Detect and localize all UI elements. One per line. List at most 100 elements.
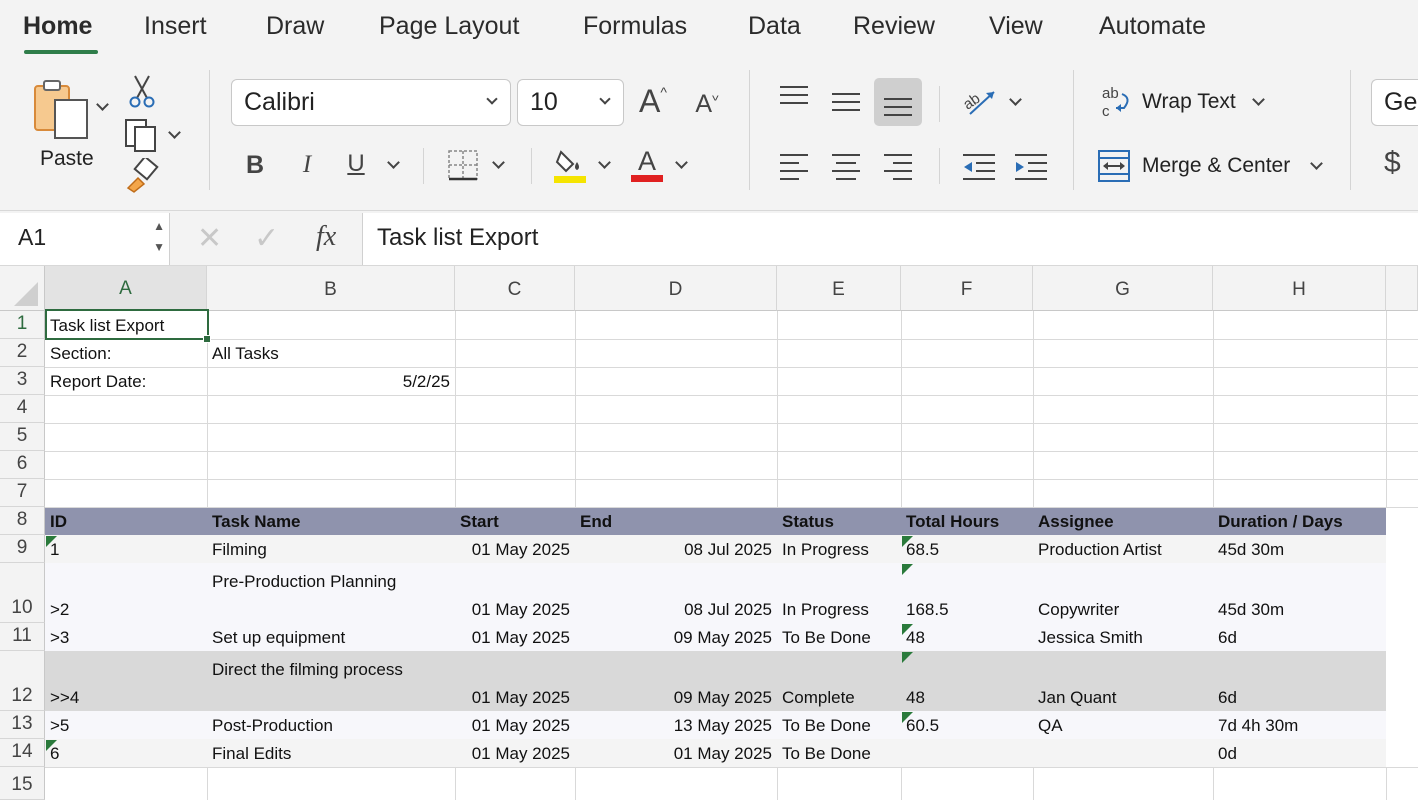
task-id-cell[interactable]: >2 <box>50 600 69 620</box>
column-header-d[interactable]: D <box>575 266 777 311</box>
task-end-cell[interactable]: 01 May 2025 <box>572 744 772 764</box>
task-start-cell[interactable]: 01 May 2025 <box>370 716 570 736</box>
italic-button[interactable]: I <box>292 148 322 182</box>
tab-formulas[interactable]: Formulas <box>583 12 687 41</box>
tab-view[interactable]: View <box>989 12 1043 41</box>
underline-options-chevron-down-icon[interactable] <box>387 156 400 169</box>
row-header-9[interactable]: 9 <box>0 535 45 563</box>
tab-page-layout[interactable]: Page Layout <box>379 12 519 41</box>
row-header-5[interactable]: 5 <box>0 423 45 451</box>
task-assignee-cell[interactable]: Jan Quant <box>1038 688 1116 708</box>
task-start-cell[interactable]: 01 May 2025 <box>370 744 570 764</box>
column-header-h[interactable]: H <box>1213 266 1386 311</box>
row-header-6[interactable]: 6 <box>0 451 45 479</box>
column-header-g[interactable]: G <box>1033 266 1213 311</box>
align-middle-icon[interactable] <box>830 88 862 116</box>
increase-indent-icon[interactable] <box>1014 152 1048 180</box>
align-right-icon[interactable] <box>882 152 914 180</box>
task-id-cell[interactable]: >3 <box>50 628 69 648</box>
task-start-cell[interactable]: 01 May 2025 <box>370 688 570 708</box>
table-header-cell[interactable]: Start <box>460 512 499 532</box>
task-status-cell[interactable]: In Progress <box>782 540 869 560</box>
task-name-cell[interactable]: Final Edits <box>212 744 291 764</box>
row-header-12[interactable]: 12 <box>0 651 45 711</box>
wrap-text-icon[interactable]: ab c <box>1100 84 1134 120</box>
underline-button[interactable]: U <box>340 146 372 182</box>
task-duration-cell[interactable]: 6d <box>1218 688 1237 708</box>
column-header-b[interactable]: B <box>207 266 455 311</box>
decrease-indent-icon[interactable] <box>962 152 996 180</box>
orientation-chevron-down-icon[interactable] <box>1009 93 1022 106</box>
task-end-cell[interactable]: 09 May 2025 <box>572 688 772 708</box>
row-header-14[interactable]: 14 <box>0 739 45 767</box>
task-id-cell[interactable]: >5 <box>50 716 69 736</box>
worksheet-grid[interactable]: A B C D E F G H 1 2 3 4 5 6 7 8 9 10 11 12 13 14 15 Task list E… <box>0 266 1418 800</box>
column-header-f[interactable]: F <box>901 266 1033 311</box>
tab-data[interactable]: Data <box>748 12 801 41</box>
fill-color-bucket-icon[interactable] <box>553 146 587 184</box>
task-end-cell[interactable]: 09 May 2025 <box>572 628 772 648</box>
task-assignee-cell[interactable]: Copywriter <box>1038 600 1119 620</box>
task-status-cell[interactable]: Complete <box>782 688 855 708</box>
task-start-cell[interactable]: 01 May 2025 <box>370 540 570 560</box>
row-header-8[interactable]: 8 <box>0 507 45 535</box>
cell-b2-section-value[interactable]: All Tasks <box>212 344 279 364</box>
fill-handle[interactable] <box>203 335 211 343</box>
up-arrow-icon[interactable]: ▲ <box>153 219 165 233</box>
task-end-cell[interactable]: 08 Jul 2025 <box>572 540 772 560</box>
row-header-10[interactable]: 10 <box>0 563 45 623</box>
number-format-dropdown[interactable]: Ger <box>1371 79 1418 126</box>
align-top-icon[interactable] <box>778 82 810 110</box>
task-assignee-cell[interactable]: QA <box>1038 716 1063 736</box>
font-color-icon[interactable]: A <box>630 144 664 184</box>
borders-icon[interactable] <box>446 148 480 182</box>
currency-format-button[interactable]: $ <box>1384 146 1401 180</box>
cell-a2-section-label[interactable]: Section: <box>50 344 111 364</box>
decrease-font-size-icon[interactable]: A ^ <box>690 86 724 122</box>
borders-options-chevron-down-icon[interactable] <box>492 156 505 169</box>
tab-draw[interactable]: Draw <box>266 12 324 41</box>
column-header-c[interactable]: C <box>455 266 575 311</box>
row-header-15[interactable]: 15 <box>0 767 45 800</box>
tab-review[interactable]: Review <box>853 12 935 41</box>
row-header-13[interactable]: 13 <box>0 711 45 739</box>
font-family-dropdown[interactable]: Calibri <box>231 79 511 126</box>
confirm-check-icon[interactable]: ✓ <box>254 221 279 256</box>
row-header-3[interactable]: 3 <box>0 367 45 395</box>
row-header-1[interactable]: 1 <box>0 311 45 339</box>
copy-icon[interactable] <box>124 118 160 152</box>
wrap-text-button[interactable]: Wrap Text <box>1142 90 1236 114</box>
format-painter-icon[interactable] <box>124 158 160 194</box>
select-all-corner[interactable] <box>0 266 45 311</box>
row-header-4[interactable]: 4 <box>0 395 45 423</box>
align-left-icon[interactable] <box>778 152 810 180</box>
increase-font-size-icon[interactable]: A ^ <box>633 80 673 122</box>
task-name-cell[interactable]: Pre-Production Planning <box>212 572 396 592</box>
align-bottom-icon[interactable] <box>874 78 922 126</box>
task-name-cell[interactable]: Set up equipment <box>212 628 345 648</box>
tab-automate[interactable]: Automate <box>1099 12 1206 41</box>
paste-options-chevron-down-icon[interactable] <box>96 98 109 111</box>
task-end-cell[interactable]: 13 May 2025 <box>572 716 772 736</box>
table-header-cell[interactable]: End <box>580 512 612 532</box>
column-header-e[interactable]: E <box>777 266 901 311</box>
table-header-cell[interactable]: ID <box>50 512 67 532</box>
table-header-cell[interactable]: Status <box>782 512 834 532</box>
tab-insert[interactable]: Insert <box>144 12 207 41</box>
task-start-cell[interactable]: 01 May 2025 <box>370 628 570 648</box>
task-duration-cell[interactable]: 45d 30m <box>1218 540 1284 560</box>
formula-input[interactable]: Task list Export <box>362 213 1418 265</box>
table-header-cell[interactable]: Assignee <box>1038 512 1114 532</box>
merge-center-button[interactable]: Merge & Center <box>1142 154 1290 178</box>
font-color-chevron-down-icon[interactable] <box>675 156 688 169</box>
merge-center-chevron-down-icon[interactable] <box>1310 157 1323 170</box>
task-duration-cell[interactable]: 7d 4h 30m <box>1218 716 1298 736</box>
fill-color-chevron-down-icon[interactable] <box>598 156 611 169</box>
wrap-text-chevron-down-icon[interactable] <box>1252 93 1265 106</box>
task-status-cell[interactable]: To Be Done <box>782 716 871 736</box>
task-name-cell[interactable]: Filming <box>212 540 267 560</box>
task-start-cell[interactable]: 01 May 2025 <box>370 600 570 620</box>
table-header-cell[interactable]: Task Name <box>212 512 301 532</box>
task-hours-cell[interactable]: 48 <box>906 688 925 708</box>
cell-b3-report-date-value[interactable]: 5/2/25 <box>250 372 450 392</box>
